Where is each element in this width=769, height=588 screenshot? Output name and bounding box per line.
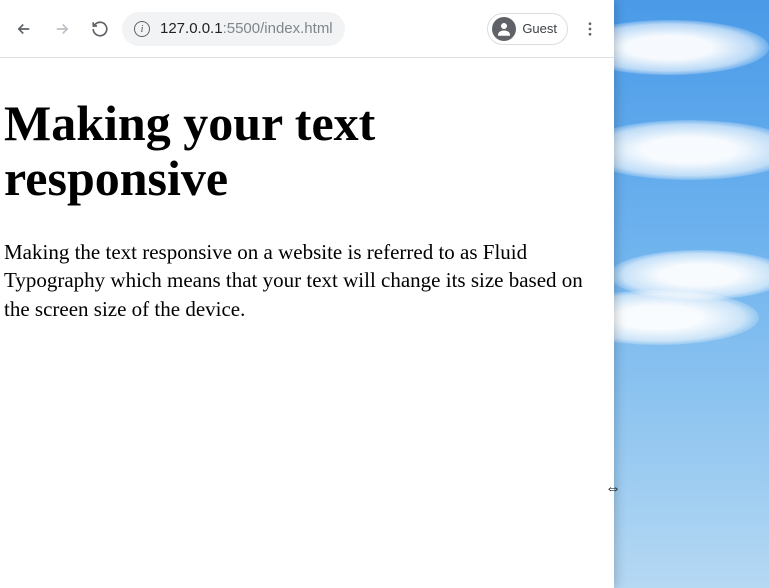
address-bar[interactable]: i 127.0.0.1:5500/index.html <box>122 12 345 46</box>
site-info-icon[interactable]: i <box>134 21 150 37</box>
profile-label: Guest <box>522 21 557 36</box>
url-text: 127.0.0.1:5500/index.html <box>160 20 333 37</box>
page-heading: Making your text responsive <box>4 96 606 206</box>
browser-menu-button[interactable] <box>574 13 606 45</box>
reload-button[interactable] <box>84 13 116 45</box>
avatar-icon <box>492 17 516 41</box>
url-port: :5500 <box>223 20 261 37</box>
page-content: Making your text responsive Making the t… <box>0 58 614 588</box>
browser-toolbar: i 127.0.0.1:5500/index.html Guest <box>0 0 614 58</box>
browser-window: i 127.0.0.1:5500/index.html Guest Making… <box>0 0 614 588</box>
page-paragraph: Making the text responsive on a website … <box>4 238 584 323</box>
url-host: 127.0.0.1 <box>160 20 223 37</box>
url-path: /index.html <box>260 20 333 37</box>
back-button[interactable] <box>8 13 40 45</box>
profile-chip[interactable]: Guest <box>487 13 568 45</box>
forward-button[interactable] <box>46 13 78 45</box>
